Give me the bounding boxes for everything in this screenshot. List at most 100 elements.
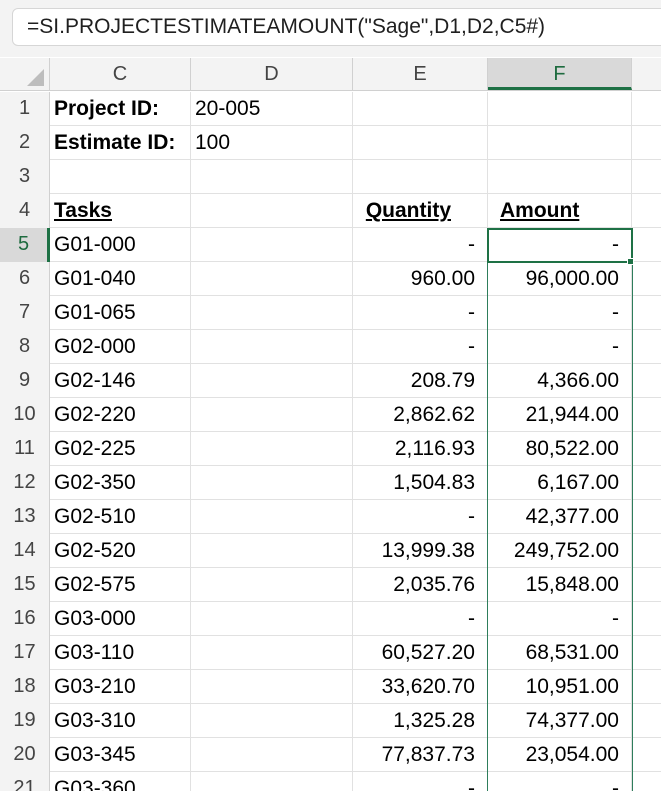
row-header[interactable]: 16 <box>0 602 50 636</box>
cell-c-19[interactable]: G03-310 <box>50 704 191 738</box>
cell-d-10[interactable] <box>191 398 353 432</box>
cell-d-14[interactable] <box>191 534 353 568</box>
row-header[interactable]: 5 <box>0 228 50 262</box>
cell-e-8[interactable]: - <box>353 330 488 364</box>
cell-c-11[interactable]: G02-225 <box>50 432 191 466</box>
cell-f-18[interactable]: 10,951.00 <box>488 670 632 704</box>
cell-e-15[interactable]: 2,035.76 <box>353 568 488 602</box>
row-header[interactable]: 13 <box>0 500 50 534</box>
cell-d-6[interactable] <box>191 262 353 296</box>
cell-c-5[interactable]: G01-000 <box>50 228 191 262</box>
cell-c-15[interactable]: G02-575 <box>50 568 191 602</box>
row-header[interactable]: 8 <box>0 330 50 364</box>
formula-input[interactable]: =SI.PROJECTESTIMATEAMOUNT("Sage",D1,D2,C… <box>12 8 661 46</box>
cell-d-2[interactable]: 100 <box>191 126 353 160</box>
row-header[interactable]: 18 <box>0 670 50 704</box>
cell-f-2[interactable] <box>488 126 632 160</box>
cell-g-14[interactable] <box>632 534 661 568</box>
row-header[interactable]: 3 <box>0 160 50 194</box>
cell-g-15[interactable] <box>632 568 661 602</box>
cell-g-10[interactable] <box>632 398 661 432</box>
cell-c-17[interactable]: G03-110 <box>50 636 191 670</box>
row-header[interactable]: 9 <box>0 364 50 398</box>
cell-c-9[interactable]: G02-146 <box>50 364 191 398</box>
select-all-button[interactable] <box>0 58 50 90</box>
cell-g-9[interactable] <box>632 364 661 398</box>
cell-d-17[interactable] <box>191 636 353 670</box>
cell-d-16[interactable] <box>191 602 353 636</box>
cell-f-5[interactable]: - <box>488 228 632 262</box>
cell-c-8[interactable]: G02-000 <box>50 330 191 364</box>
cell-e-10[interactable]: 2,862.62 <box>353 398 488 432</box>
cell-g-1[interactable] <box>632 92 661 126</box>
cell-f-13[interactable]: 42,377.00 <box>488 500 632 534</box>
row-header[interactable]: 21 <box>0 772 50 791</box>
fill-handle[interactable] <box>627 258 634 265</box>
cell-d-18[interactable] <box>191 670 353 704</box>
cell-f-9[interactable]: 4,366.00 <box>488 364 632 398</box>
cell-g-3[interactable] <box>632 160 661 194</box>
cell-f-19[interactable]: 74,377.00 <box>488 704 632 738</box>
cell-f-11[interactable]: 80,522.00 <box>488 432 632 466</box>
cell-e-5[interactable]: - <box>353 228 488 262</box>
cell-e-14[interactable]: 13,999.38 <box>353 534 488 568</box>
cell-c-12[interactable]: G02-350 <box>50 466 191 500</box>
cell-e-12[interactable]: 1,504.83 <box>353 466 488 500</box>
cell-g-6[interactable] <box>632 262 661 296</box>
cell-e-13[interactable]: - <box>353 500 488 534</box>
cell-g-13[interactable] <box>632 500 661 534</box>
cell-g-2[interactable] <box>632 126 661 160</box>
column-header-c[interactable]: C <box>50 58 191 90</box>
cell-f-16[interactable]: - <box>488 602 632 636</box>
cell-c-20[interactable]: G03-345 <box>50 738 191 772</box>
row-header[interactable]: 2 <box>0 126 50 160</box>
cell-f-20[interactable]: 23,054.00 <box>488 738 632 772</box>
cell-g-17[interactable] <box>632 636 661 670</box>
row-header[interactable]: 17 <box>0 636 50 670</box>
column-header-d[interactable]: D <box>191 58 353 90</box>
cell-c-4[interactable]: Tasks <box>50 194 191 228</box>
cell-d-4[interactable] <box>191 194 353 228</box>
cell-g-19[interactable] <box>632 704 661 738</box>
cell-g-5[interactable] <box>632 228 661 262</box>
cell-c-10[interactable]: G02-220 <box>50 398 191 432</box>
cell-c-3[interactable] <box>50 160 191 194</box>
cell-g-12[interactable] <box>632 466 661 500</box>
cell-f-12[interactable]: 6,167.00 <box>488 466 632 500</box>
cell-c-6[interactable]: G01-040 <box>50 262 191 296</box>
cell-e-6[interactable]: 960.00 <box>353 262 488 296</box>
cell-e-21[interactable]: - <box>353 772 488 791</box>
cell-g-11[interactable] <box>632 432 661 466</box>
cell-f-7[interactable]: - <box>488 296 632 330</box>
cell-d-9[interactable] <box>191 364 353 398</box>
cell-f-10[interactable]: 21,944.00 <box>488 398 632 432</box>
cell-c-7[interactable]: G01-065 <box>50 296 191 330</box>
cell-d-7[interactable] <box>191 296 353 330</box>
cell-e-20[interactable]: 77,837.73 <box>353 738 488 772</box>
cell-d-19[interactable] <box>191 704 353 738</box>
cell-d-3[interactable] <box>191 160 353 194</box>
column-header-f[interactable]: F <box>488 58 632 90</box>
cell-f-4[interactable]: Amount <box>488 194 632 228</box>
row-header[interactable]: 11 <box>0 432 50 466</box>
cell-f-14[interactable]: 249,752.00 <box>488 534 632 568</box>
cell-f-3[interactable] <box>488 160 632 194</box>
row-header[interactable]: 10 <box>0 398 50 432</box>
cell-c-18[interactable]: G03-210 <box>50 670 191 704</box>
cell-f-6[interactable]: 96,000.00 <box>488 262 632 296</box>
cell-e-4[interactable]: Quantity <box>353 194 488 228</box>
cell-d-21[interactable] <box>191 772 353 791</box>
row-header[interactable]: 7 <box>0 296 50 330</box>
cell-e-2[interactable] <box>353 126 488 160</box>
cell-c-14[interactable]: G02-520 <box>50 534 191 568</box>
cell-g-18[interactable] <box>632 670 661 704</box>
cell-d-8[interactable] <box>191 330 353 364</box>
cell-c-21[interactable]: G03-360 <box>50 772 191 791</box>
cell-c-2[interactable]: Estimate ID: <box>50 126 191 160</box>
cell-f-1[interactable] <box>488 92 632 126</box>
column-header-e[interactable]: E <box>353 58 488 90</box>
row-header[interactable]: 1 <box>0 92 50 126</box>
cell-g-8[interactable] <box>632 330 661 364</box>
cell-e-1[interactable] <box>353 92 488 126</box>
cell-e-3[interactable] <box>353 160 488 194</box>
